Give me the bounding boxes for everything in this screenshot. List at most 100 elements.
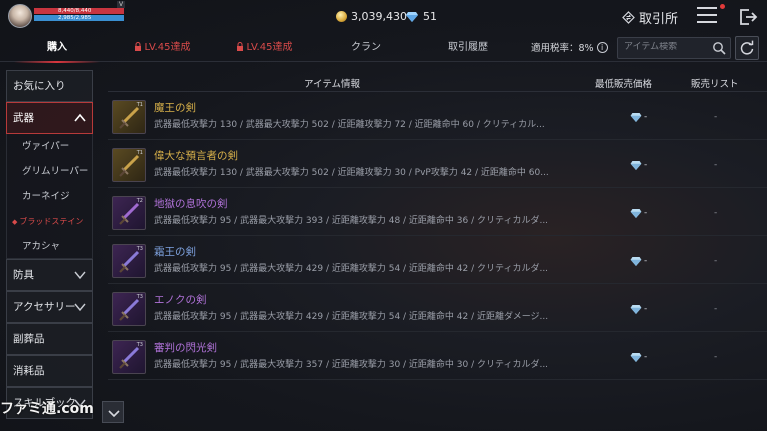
diamond-icon — [630, 352, 642, 362]
exchange-icon — [622, 11, 635, 24]
item-stats: 武器最低攻撃力 95 / 武器最大攻撃力 393 / 近距離攻撃力 48 / 近… — [154, 216, 549, 226]
chevron-down-icon — [74, 271, 86, 280]
chevron-up-icon — [74, 113, 86, 122]
watermark-logo: ファミ通.com — [0, 401, 94, 417]
gold-display: 3,039,430 — [336, 10, 407, 23]
mp-text: 2,985/2,985 — [58, 15, 92, 21]
item-stats: 武器最低攻撃力 95 / 武器最大攻撃力 429 / 近距離攻撃力 54 / 近… — [154, 264, 549, 274]
chevron-down-icon — [108, 410, 120, 418]
sidebar-item-burial[interactable]: 副葬品 — [6, 323, 93, 355]
table-row[interactable]: T3 エノクの剣 武器最低攻撃力 95 / 武器最大攻撃力 429 / 近距離攻… — [108, 286, 767, 332]
tax-rate: 適用税率：8% i — [531, 40, 608, 54]
item-stats: 武器最低攻撃力 130 / 武器最大攻撃力 502 / 近距離攻撃力 30 / … — [154, 168, 549, 178]
gem-display: 51 — [406, 10, 437, 23]
item-stats: 武器最低攻撃力 95 / 武器最大攻撃力 429 / 近距離攻撃力 54 / 近… — [154, 312, 549, 322]
page-title-text: 取引所 — [639, 12, 679, 27]
tier-label: T3 — [136, 246, 143, 252]
gem-amount: 51 — [423, 10, 437, 23]
character-avatar[interactable] — [8, 4, 32, 28]
scroll-down-button[interactable] — [102, 401, 124, 423]
listing-count: - — [714, 256, 718, 266]
column-header-item: アイテム情報 — [304, 79, 361, 90]
gold-coin-icon — [336, 11, 347, 22]
table-row[interactable]: T1 偉大な預言者の剣 武器最低攻撃力 130 / 武器最大攻撃力 502 / … — [108, 142, 767, 188]
notification-dot — [720, 4, 725, 9]
sidebar-item-favorites[interactable]: お気に入り — [6, 70, 93, 102]
lowest-price: - — [630, 112, 647, 122]
diamond-icon — [406, 11, 418, 22]
sidebar-sub-bloodstain[interactable]: ◆ ブラッドステイン — [6, 209, 93, 234]
tier-label: T1 — [136, 150, 143, 156]
refresh-icon[interactable] — [735, 36, 759, 60]
tab-history[interactable]: 取引履歴 — [418, 34, 518, 62]
diamond-icon — [630, 304, 642, 314]
sidebar-item-consumable[interactable]: 消耗品 — [6, 355, 93, 387]
table-header: アイテム情報 最低販売価格 販売リスト — [108, 72, 767, 92]
sword-icon: T1 — [112, 100, 146, 134]
lowest-price: - — [630, 160, 647, 170]
tab-locked-2[interactable]: LV.45達成 — [214, 34, 314, 62]
item-name: エノクの剣 — [154, 294, 207, 306]
lowest-price: - — [630, 208, 647, 218]
sidebar-item-weapons[interactable]: 武器 — [6, 102, 93, 134]
sidebar-sub-carnage[interactable]: カーネイジ — [6, 184, 93, 209]
sword-icon: T3 — [112, 340, 146, 374]
diamond-icon — [630, 160, 642, 170]
listing-count: - — [714, 208, 718, 218]
chevron-down-icon — [74, 303, 86, 312]
item-name: 偉大な預言者の剣 — [154, 150, 238, 162]
tier-label: T1 — [136, 102, 143, 108]
diamond-icon — [630, 208, 642, 218]
info-icon[interactable]: i — [596, 41, 608, 53]
sword-icon: T2 — [112, 196, 146, 230]
top-bar: 8,440/8,440 2,985/2,985 V 3,039,430 51 取… — [0, 0, 767, 34]
tier-label: T2 — [136, 198, 143, 204]
table-row[interactable]: T3 霜王の剣 武器最低攻撃力 95 / 武器最大攻撃力 429 / 近距離攻撃… — [108, 238, 767, 284]
tier-label: T3 — [136, 342, 143, 348]
sword-icon: T3 — [112, 292, 146, 326]
page-title: 取引所 — [622, 8, 678, 27]
sidebar-sub-akasha[interactable]: アカシャ — [6, 234, 93, 259]
menu-icon[interactable] — [697, 7, 717, 25]
selected-marker-icon: ◆ — [12, 218, 18, 226]
column-header-list: 販売リスト — [691, 79, 739, 90]
v-badge[interactable]: V — [117, 1, 125, 8]
category-sidebar: お気に入り 武器 ヴァイパー グリムリーパー カーネイジ ◆ ブラッドステイン ア… — [6, 70, 93, 431]
exit-icon[interactable] — [738, 7, 758, 27]
item-name: 審判の閃光剣 — [154, 342, 217, 354]
table-row[interactable]: T1 魔王の剣 武器最低攻撃力 130 / 武器最大攻撃力 502 / 近距離攻… — [108, 94, 767, 140]
listing-count: - — [714, 352, 718, 362]
tab-locked-1[interactable]: LV.45達成 — [112, 34, 212, 62]
sword-icon: T3 — [112, 244, 146, 278]
search-input[interactable] — [624, 42, 712, 52]
sidebar-item-armor[interactable]: 防具 — [6, 259, 93, 291]
listing-count: - — [714, 112, 718, 122]
tab-purchase[interactable]: 購入 — [6, 34, 108, 63]
diamond-icon — [630, 256, 642, 266]
hp-text: 8,440/8,440 — [58, 8, 92, 14]
listing-count: - — [714, 160, 718, 170]
sidebar-sub-viper[interactable]: ヴァイパー — [6, 134, 93, 159]
column-header-price: 最低販売価格 — [595, 79, 653, 90]
item-stats: 武器最低攻撃力 95 / 武器最大攻撃力 357 / 近距離攻撃力 30 / 近… — [154, 360, 549, 370]
table-row[interactable]: T2 地獄の息吹の剣 武器最低攻撃力 95 / 武器最大攻撃力 393 / 近距… — [108, 190, 767, 236]
table-row[interactable]: T3 審判の閃光剣 武器最低攻撃力 95 / 武器最大攻撃力 357 / 近距離… — [108, 334, 767, 380]
lock-icon — [236, 42, 243, 51]
tier-label: T3 — [136, 294, 143, 300]
lowest-price: - — [630, 256, 647, 266]
sidebar-sub-grimreaper[interactable]: グリムリーパー — [6, 159, 93, 184]
gold-amount: 3,039,430 — [351, 10, 407, 23]
lowest-price: - — [630, 304, 647, 314]
search-box[interactable] — [617, 37, 731, 59]
sword-icon: T1 — [112, 148, 146, 182]
item-name: 地獄の息吹の剣 — [154, 198, 228, 210]
sidebar-item-accessory[interactable]: アクセサリー — [6, 291, 93, 323]
item-name: 魔王の剣 — [154, 102, 196, 114]
item-stats: 武器最低攻撃力 130 / 武器最大攻撃力 502 / 近距離攻撃力 72 / … — [154, 120, 545, 130]
tab-clan[interactable]: クラン — [316, 34, 416, 62]
diamond-icon — [630, 112, 642, 122]
lock-icon — [134, 42, 141, 51]
item-name: 霜王の剣 — [154, 246, 196, 258]
search-icon[interactable] — [712, 41, 726, 55]
listing-count: - — [714, 304, 718, 314]
